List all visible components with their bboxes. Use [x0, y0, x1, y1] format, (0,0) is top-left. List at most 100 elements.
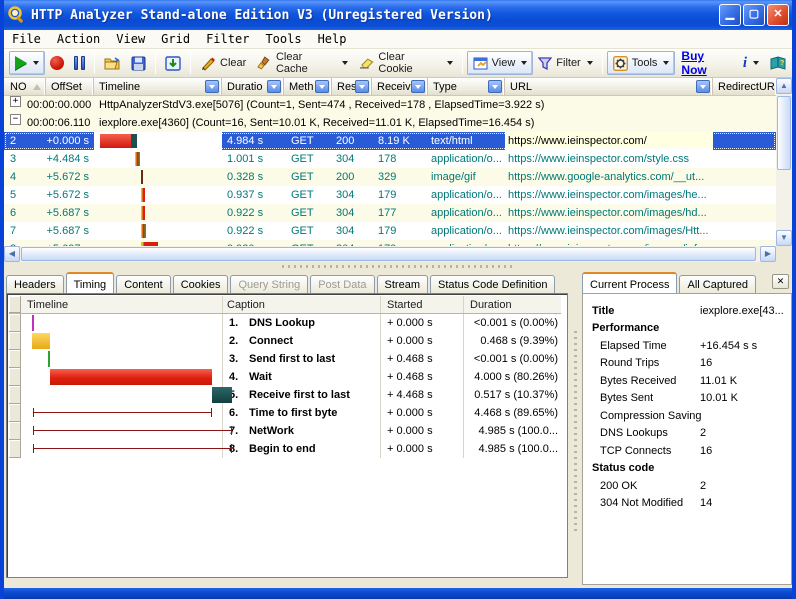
column-type[interactable]: Type — [428, 78, 505, 95]
minimize-button[interactable]: ▁ — [719, 4, 741, 26]
scroll-down-button[interactable]: ▼ — [776, 230, 792, 246]
column-redirect-url[interactable]: RedirectUR — [713, 78, 776, 95]
clear-button[interactable]: Clear — [195, 51, 251, 75]
tab-stream[interactable]: Stream — [377, 275, 428, 293]
timing-row-begin-to-end[interactable]: 8.Begin to end + 0.000 s 4.985 s (100.0.… — [9, 440, 561, 458]
vertical-scrollbar[interactable]: ▲ ▼ — [776, 78, 792, 246]
summary-row-bytes-sent: Bytes Sent10.01 K — [584, 390, 790, 408]
tab-headers[interactable]: Headers — [6, 275, 64, 293]
column-offset[interactable]: OffSet — [46, 78, 94, 95]
column-duration-label: Duratio — [227, 81, 262, 93]
stop-capture-button[interactable] — [45, 51, 69, 75]
panel-close-button[interactable]: ✕ — [772, 274, 789, 289]
clear-cookie-button[interactable]: Clear Cookie — [353, 51, 458, 75]
stat-label: TCP Connects — [584, 445, 671, 457]
view-button[interactable]: View — [467, 51, 534, 75]
info-button[interactable]: i — [738, 51, 764, 75]
column-duration[interactable]: Duratio — [222, 78, 284, 95]
timing-row-send-first-to-last[interactable]: 3.Send first to last + 0.468 s <0.001 s … — [9, 350, 561, 368]
timing-col-duration[interactable]: Duration — [464, 296, 561, 313]
table-row[interactable]: 3 +4.484 s 1.001 s GET 304 178 applicati… — [4, 150, 776, 168]
column-filter-dropdown[interactable] — [696, 80, 710, 93]
tab-all-captured[interactable]: All Captured — [679, 275, 756, 293]
horizontal-scrollbar[interactable]: ◀ ▶ — [4, 246, 776, 262]
menu-tools[interactable]: Tools — [257, 31, 309, 47]
column-filter-dropdown[interactable] — [488, 80, 502, 93]
filter-button[interactable]: Filter — [533, 51, 597, 75]
row-gutter — [9, 440, 21, 458]
column-filter-dropdown[interactable] — [205, 80, 219, 93]
column-no[interactable]: NO — [4, 78, 46, 95]
timing-caption: 5.Receive first to last — [223, 386, 381, 404]
close-button[interactable]: ✕ — [767, 4, 789, 26]
tools-button[interactable]: Tools — [607, 51, 676, 75]
vertical-scroll-thumb[interactable] — [777, 96, 791, 170]
horizontal-scroll-thumb[interactable] — [21, 247, 756, 261]
export-button[interactable] — [160, 51, 186, 75]
connect-bar — [32, 333, 50, 349]
table-row[interactable]: 4 +5.672 s 0.328 s GET 200 329 image/gif… — [4, 168, 776, 186]
column-url[interactable]: URL — [505, 78, 713, 95]
horizontal-splitter[interactable] — [4, 262, 792, 271]
timing-row-connect[interactable]: 2.Connect + 0.000 s 0.468 s (9.39%) — [9, 332, 561, 350]
column-filter-dropdown[interactable] — [355, 80, 369, 93]
timing-row-dns-lookup[interactable]: 1.DNS Lookup + 0.000 s <0.001 s (0.00%) — [9, 314, 561, 332]
column-result[interactable]: Res — [332, 78, 372, 95]
menu-help[interactable]: Help — [310, 31, 355, 47]
menu-file[interactable]: File — [4, 31, 49, 47]
cell-timeline — [94, 222, 222, 240]
start-capture-button[interactable] — [9, 51, 45, 75]
table-row[interactable]: 6 +5.687 s 0.922 s GET 304 177 applicati… — [4, 204, 776, 222]
save-button[interactable] — [126, 51, 151, 75]
scroll-right-button[interactable]: ▶ — [760, 246, 776, 262]
scroll-up-button[interactable]: ▲ — [776, 78, 792, 94]
timing-col-caption[interactable]: Caption — [223, 296, 381, 313]
summary-panel: Current Process All Captured ✕ Titleiexp… — [582, 271, 792, 588]
tab-status-code-definition[interactable]: Status Code Definition — [430, 275, 555, 293]
svg-text:?: ? — [780, 60, 784, 67]
table-row[interactable]: 5 +5.672 s 0.937 s GET 304 179 applicati… — [4, 186, 776, 204]
column-filter-dropdown[interactable] — [267, 80, 281, 93]
tab-current-process[interactable]: Current Process — [582, 272, 677, 293]
table-row-selected[interactable]: 2 +0.000 s 4.984 s GET 200 8.19 K text/h… — [4, 132, 776, 150]
open-button[interactable] — [99, 51, 126, 75]
tab-timing[interactable]: Timing — [66, 272, 115, 293]
help-button[interactable]: ? — [764, 51, 792, 75]
cell-offset: +0.000 s — [46, 132, 94, 150]
menu-action[interactable]: Action — [49, 31, 108, 47]
timing-col-started[interactable]: Started — [381, 296, 464, 313]
summary-row-bytes-received: Bytes Received11.01 K — [584, 372, 790, 390]
timing-row-receive-first-to-last[interactable]: 5.Receive first to last + 4.468 s 0.517 … — [9, 386, 561, 404]
column-method[interactable]: Meth — [284, 78, 332, 95]
timing-row-network[interactable]: 7.NetWork + 0.000 s 4.985 s (100.0... — [9, 422, 561, 440]
table-row[interactable]: 7 +5.687 s 0.922 s GET 304 179 applicati… — [4, 222, 776, 240]
vertical-splitter[interactable] — [570, 271, 582, 588]
column-received[interactable]: Receiv — [372, 78, 428, 95]
column-filter-dropdown[interactable] — [411, 80, 425, 93]
expand-icon[interactable]: + — [10, 96, 21, 107]
tab-cookies[interactable]: Cookies — [173, 275, 229, 293]
buy-now-link[interactable]: Buy Now — [675, 49, 737, 77]
timing-row-time-to-first-byte[interactable]: 6.Time to first byte + 0.000 s 4.468 s (… — [9, 404, 561, 422]
cell-received: 8.19 K — [372, 132, 428, 150]
group-row-iexplore[interactable]: −00:00:06.110iexplore.exe[4360] (Count=1… — [4, 114, 776, 132]
window-view-icon — [473, 57, 488, 70]
group-row-httpanalyzer[interactable]: +00:00:00.000HttpAnalyzerStdV3.exe[5076]… — [4, 96, 776, 114]
menu-grid[interactable]: Grid — [153, 31, 198, 47]
clear-cache-button[interactable]: Clear Cache — [251, 51, 352, 75]
pause-capture-button[interactable] — [69, 51, 90, 75]
collapse-icon[interactable]: − — [10, 114, 21, 125]
timing-col-timeline[interactable]: Timeline — [21, 296, 223, 313]
maximize-button[interactable]: ▢ — [743, 4, 765, 26]
group-offset: 00:00:06.110 — [27, 114, 99, 132]
stat-value: 16 — [700, 357, 712, 369]
tab-content[interactable]: Content — [116, 275, 171, 293]
timing-row-wait[interactable]: 4.Wait + 0.468 s 4.000 s (80.26%) — [9, 368, 561, 386]
column-filter-dropdown[interactable] — [315, 80, 329, 93]
menu-view[interactable]: View — [108, 31, 153, 47]
title-bar[interactable]: HTTP Analyzer Stand-alone Edition V3 (Un… — [0, 0, 796, 30]
column-timeline[interactable]: Timeline — [94, 78, 222, 95]
scroll-left-button[interactable]: ◀ — [4, 246, 20, 262]
timing-row-number: 2. — [229, 332, 249, 350]
menu-filter[interactable]: Filter — [198, 31, 257, 47]
